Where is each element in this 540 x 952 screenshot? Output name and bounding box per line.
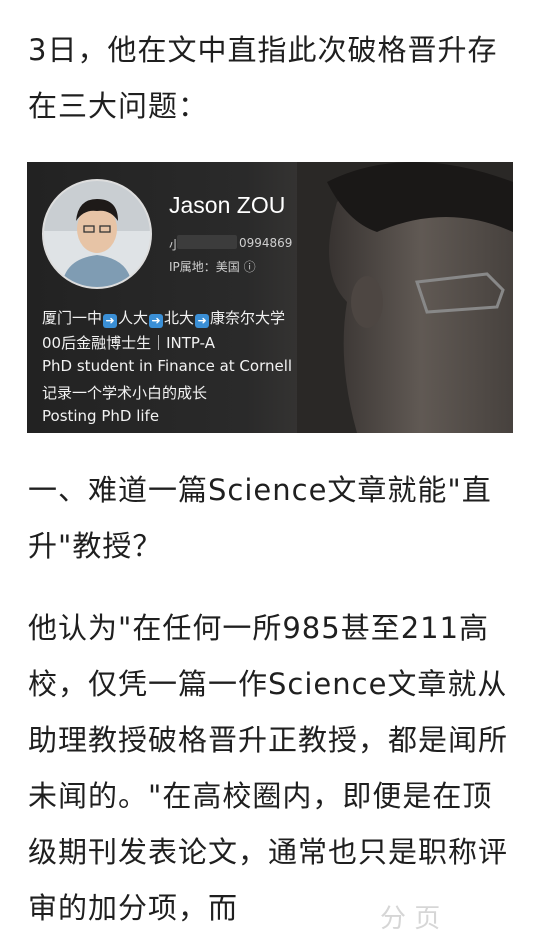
question-heading-1: 一、难道一篇Science文章就能"直升"教授？ — [28, 473, 492, 563]
ip-location: IP属地：美国 ⓘ — [169, 260, 256, 274]
education-line: 厦门一中 ➜ 人大 ➜ 北大 ➜ 康奈尔大学 — [42, 307, 285, 328]
school-4: 康奈尔大学 — [210, 309, 286, 327]
body-paragraph: 他认为"在任何一所985甚至211高校，仅凭一篇一作Science文章就从助理教… — [28, 611, 509, 925]
avatar — [42, 179, 152, 289]
bio-line-5: Posting PhD life — [42, 407, 160, 425]
school-2: 人大 — [118, 309, 149, 327]
right-arrow-icon: ➜ — [103, 314, 118, 328]
phone-redacted — [177, 235, 237, 249]
bio-line-2: 00后金融博士生｜INTP-A — [42, 334, 215, 352]
profile-screenshot: Jason ZOU 小 0994869 IP属地：美国 ⓘ 厦门一中 ➜ 人大 ➜ 北大… — [27, 162, 513, 433]
background-portrait — [297, 162, 513, 433]
intro-paragraph: 3日，他在文中直指此次破格晋升存在三大问题： — [28, 33, 498, 123]
profile-name: Jason ZOU — [169, 192, 286, 218]
right-arrow-icon: ➜ — [195, 314, 210, 328]
avatar-image — [44, 181, 150, 287]
phone-suffix: 0994869 — [239, 236, 293, 250]
bio-line-4: 记录一个学术小白的成长 — [42, 384, 208, 402]
school-3: 北大 — [164, 309, 195, 327]
bio-line-3: PhD student in Finance at Cornell — [42, 357, 293, 375]
watermark: 分 页 — [380, 904, 441, 934]
school-1: 厦门一中 — [42, 309, 103, 327]
article-page: 3日，他在文中直指此次破格晋升存在三大问题： Jason ZOU 小 09948… — [0, 0, 540, 952]
right-arrow-icon: ➜ — [149, 314, 164, 328]
